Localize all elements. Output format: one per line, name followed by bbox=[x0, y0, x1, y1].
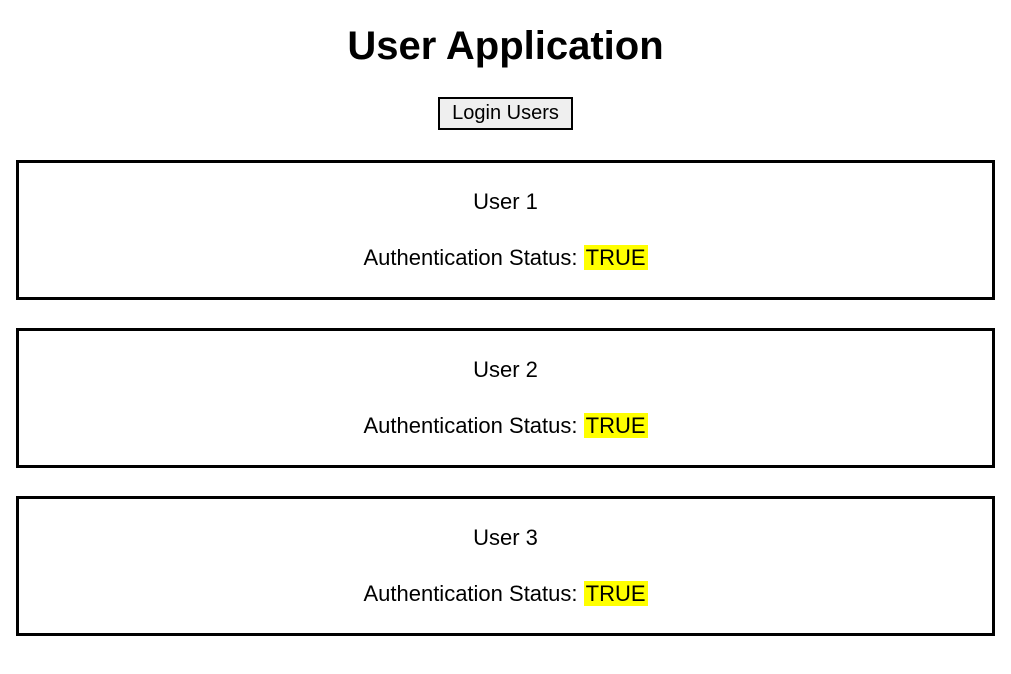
user-card: User 1 Authentication Status: TRUE bbox=[16, 160, 995, 300]
auth-status-label: Authentication Status: bbox=[363, 581, 577, 606]
auth-status-label: Authentication Status: bbox=[363, 245, 577, 270]
user-card: User 2 Authentication Status: TRUE bbox=[16, 328, 995, 468]
login-button-container: Login Users bbox=[10, 97, 1001, 130]
auth-status-line: Authentication Status: TRUE bbox=[39, 413, 972, 439]
auth-status-line: Authentication Status: TRUE bbox=[39, 245, 972, 271]
user-card: User 3 Authentication Status: TRUE bbox=[16, 496, 995, 636]
login-users-button[interactable]: Login Users bbox=[438, 97, 573, 130]
auth-status-value: TRUE bbox=[584, 245, 648, 270]
user-name: User 2 bbox=[39, 357, 972, 383]
auth-status-value: TRUE bbox=[584, 581, 648, 606]
auth-status-line: Authentication Status: TRUE bbox=[39, 581, 972, 607]
user-name: User 1 bbox=[39, 189, 972, 215]
page-title: User Application bbox=[10, 24, 1001, 69]
user-name: User 3 bbox=[39, 525, 972, 551]
auth-status-label: Authentication Status: bbox=[363, 413, 577, 438]
auth-status-value: TRUE bbox=[584, 413, 648, 438]
